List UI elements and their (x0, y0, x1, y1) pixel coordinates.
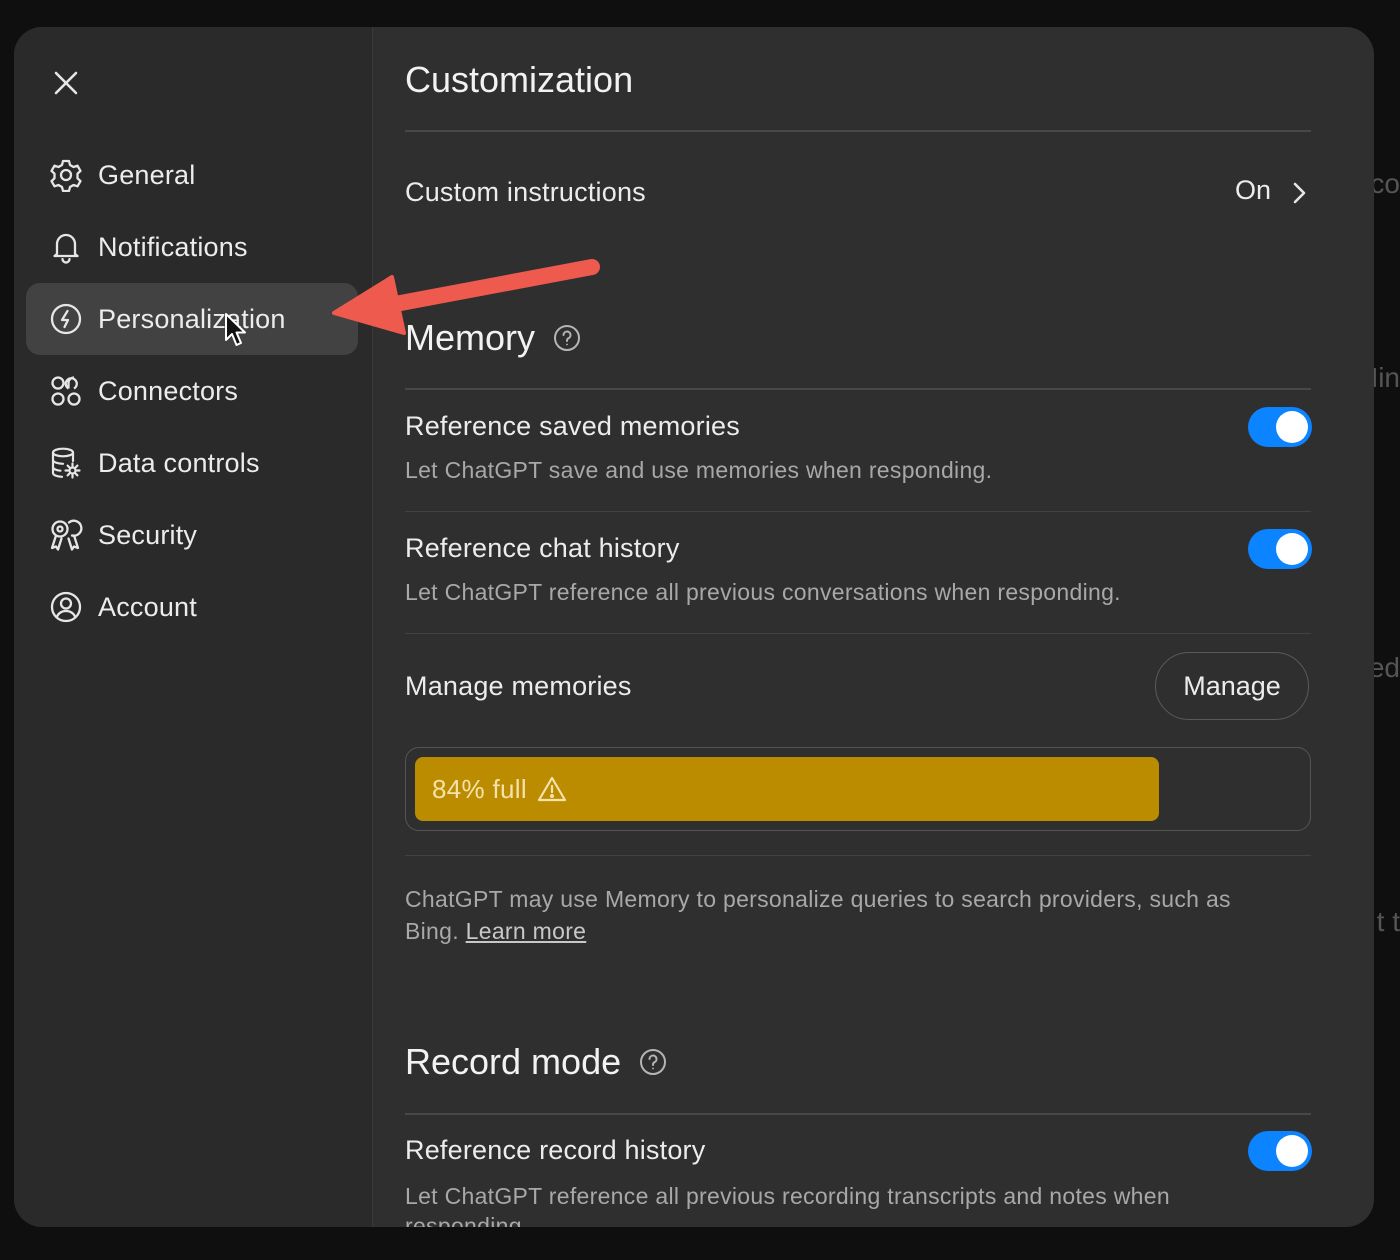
sidebar-item-general[interactable]: General (26, 139, 358, 211)
sidebar-item-account[interactable]: Account (26, 571, 358, 643)
divider (405, 511, 1311, 512)
background-text: t t (1376, 906, 1400, 937)
settings-modal: General Notifications Personalization Co… (14, 27, 1374, 1227)
reference-saved-memories-toggle[interactable] (1248, 407, 1312, 447)
sidebar-item-label: Data controls (98, 447, 260, 478)
settings-sidebar: General Notifications Personalization Co… (14, 27, 373, 1227)
sidebar-item-security[interactable]: Security (26, 499, 358, 571)
divider (405, 130, 1311, 132)
database-gear-icon (48, 445, 84, 481)
memory-section-title: Memory (405, 317, 581, 359)
divider (405, 633, 1311, 634)
page-title: Customization (405, 59, 634, 100)
reference-record-history-label: Reference record history (405, 1135, 706, 1165)
reference-chat-history-toggle[interactable] (1248, 529, 1312, 569)
reference-saved-memories-description: Let ChatGPT save and use memories when r… (405, 457, 993, 483)
learn-more-link[interactable]: Learn more (466, 918, 587, 944)
sidebar-item-notifications[interactable]: Notifications (26, 211, 358, 283)
account-icon (48, 589, 84, 625)
toggle-knob (1276, 533, 1308, 565)
background-text: co (1370, 168, 1400, 199)
custom-instructions-label[interactable]: Custom instructions (405, 177, 646, 208)
memory-usage-text: 84% full (432, 773, 527, 804)
custom-instructions-value[interactable]: On (1235, 175, 1271, 206)
reference-chat-history-label: Reference chat history (405, 533, 680, 563)
record-mode-heading: Record mode (405, 1041, 622, 1082)
help-icon[interactable] (553, 324, 581, 352)
sidebar-item-label: Security (98, 519, 198, 550)
reference-chat-history-description: Let ChatGPT reference all previous conve… (405, 579, 1121, 605)
reference-record-history-description: Let ChatGPT reference all previous recor… (405, 1183, 1170, 1227)
sidebar-item-label: Personalization (98, 303, 286, 334)
sidebar-item-connectors[interactable]: Connectors (26, 355, 358, 427)
bell-icon (48, 229, 84, 265)
sidebar-item-data-controls[interactable]: Data controls (26, 427, 358, 499)
sidebar-item-label: Account (98, 591, 197, 622)
chevron-right-icon[interactable] (1287, 179, 1311, 207)
help-icon[interactable] (639, 1048, 667, 1076)
sidebar-item-label: Connectors (98, 375, 239, 406)
close-icon (54, 71, 78, 95)
memory-usage-bar: 84% full (405, 747, 1311, 831)
manage-memories-button[interactable]: Manage (1155, 652, 1309, 720)
connectors-icon (48, 373, 84, 409)
toggle-knob (1276, 411, 1308, 443)
reference-saved-memories-label: Reference saved memories (405, 411, 740, 441)
gear-icon (48, 157, 84, 193)
security-icon (48, 517, 84, 553)
memory-info-text: ChatGPT may use Memory to personalize qu… (405, 883, 1285, 947)
memory-usage-fill: 84% full (415, 757, 1159, 821)
divider (405, 1113, 1311, 1115)
close-button[interactable] (48, 65, 84, 101)
warning-icon (537, 775, 567, 803)
memory-heading: Memory (405, 317, 536, 358)
divider (405, 388, 1311, 390)
sidebar-item-label: General (98, 159, 196, 190)
sidebar-item-personalization[interactable]: Personalization (26, 283, 358, 355)
divider (405, 855, 1311, 856)
personalization-icon (48, 301, 84, 337)
sidebar-item-label: Notifications (98, 231, 248, 262)
settings-content: Customization Custom instructions On Mem… (372, 27, 1374, 1227)
reference-record-history-toggle[interactable] (1248, 1131, 1312, 1171)
toggle-knob (1276, 1135, 1308, 1167)
manage-memories-label: Manage memories (405, 671, 632, 701)
record-mode-section-title: Record mode (405, 1041, 667, 1083)
